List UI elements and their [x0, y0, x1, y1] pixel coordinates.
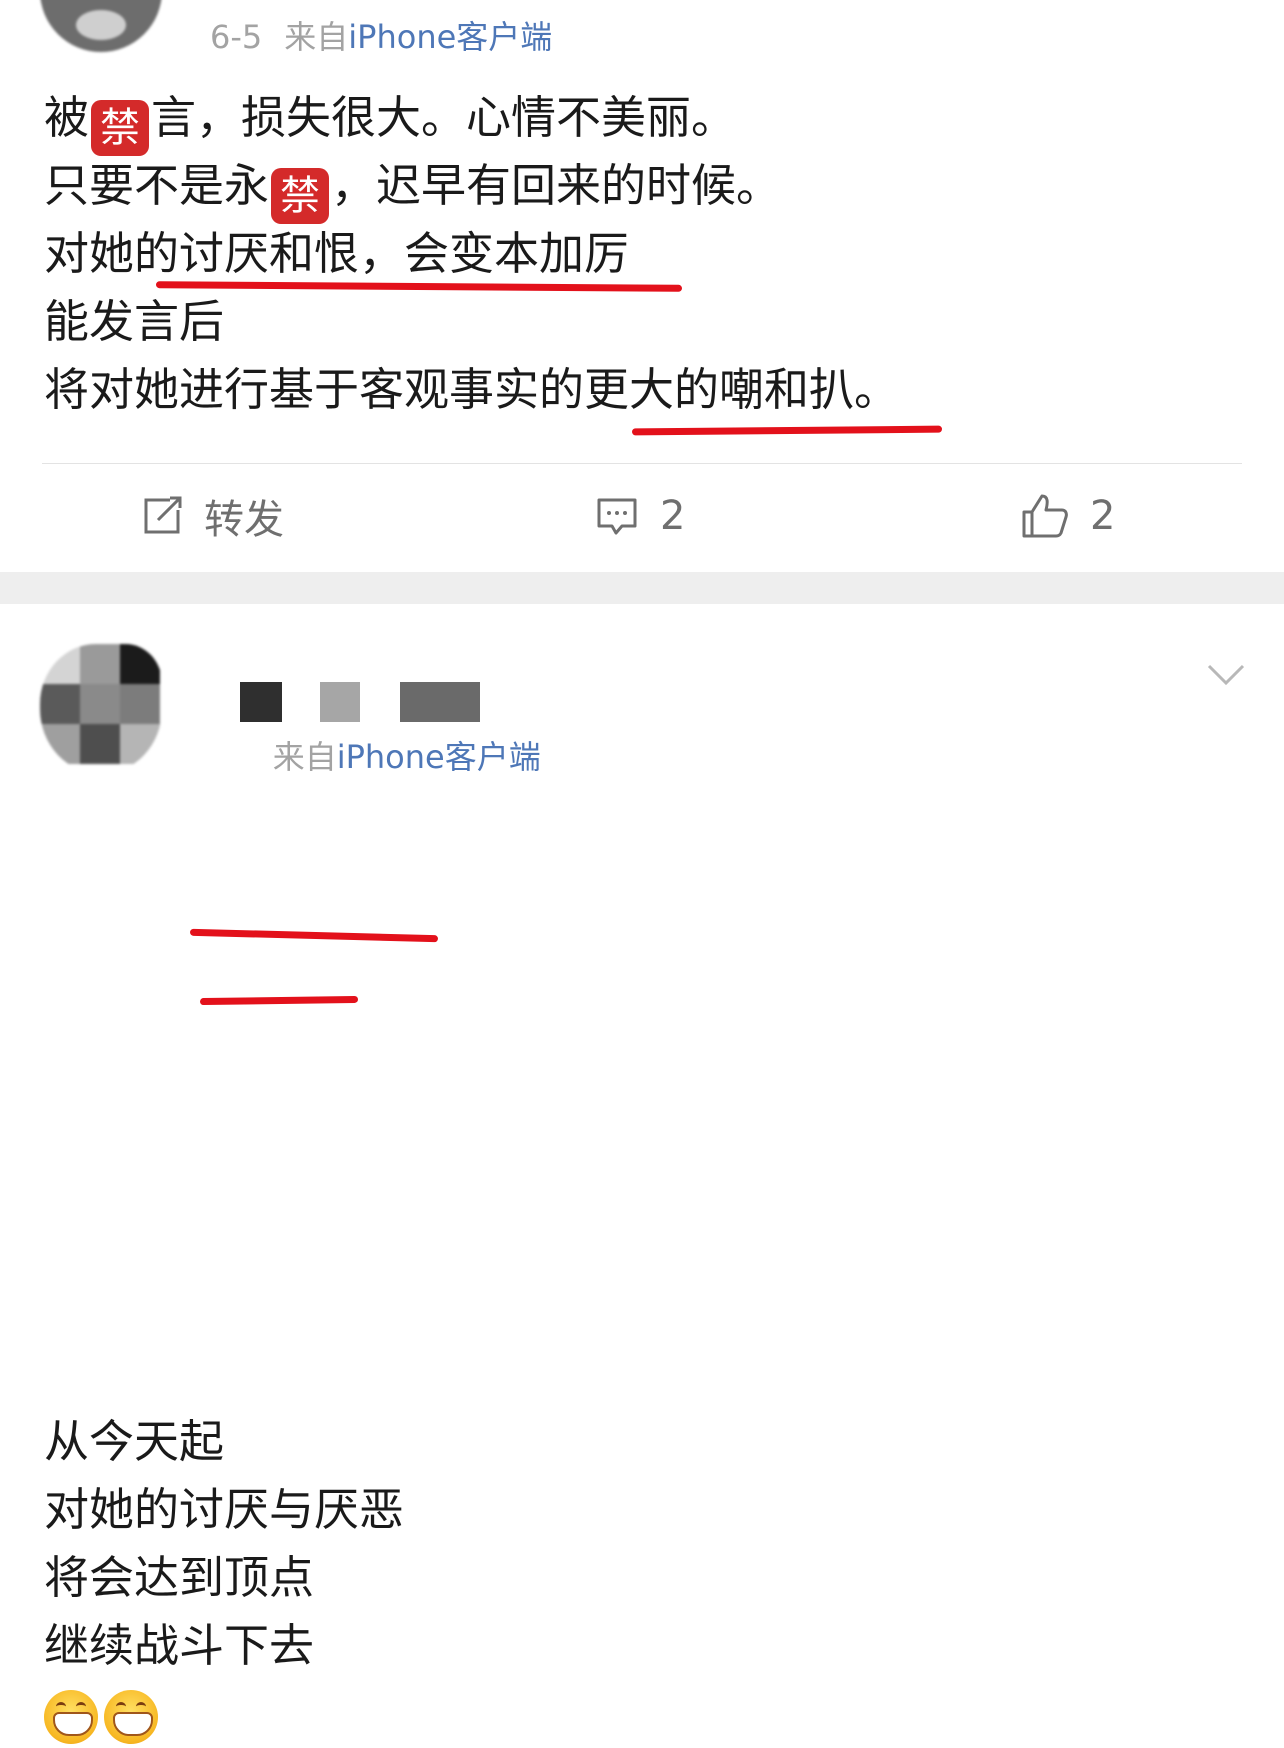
source-app-link[interactable]: iPhone客户端 — [348, 18, 552, 56]
post-meta: 6-5 来自iPhone客户端 — [210, 12, 552, 58]
red-underline-mark — [189, 928, 439, 943]
avatar[interactable] — [40, 644, 162, 774]
text-segment: 被 — [44, 91, 90, 144]
post-line: 对她的讨厌和恨，会变本加厉 — [44, 227, 630, 280]
source-prefix: 来自 — [272, 738, 337, 776]
post-body: 从今天起 对她的讨厌与厌恶 将会达到顶点 继续战斗下去 — [44, 1408, 404, 1748]
source-app-link[interactable]: iPhone客户端 — [337, 738, 541, 776]
divider — [42, 463, 1242, 464]
post-body: 被禁言，损失很大。心情不美丽。 只要不是永禁，迟早有回来的时候。 对她的讨厌和恨… — [44, 84, 899, 424]
emoji-line — [44, 1680, 404, 1748]
text-segment: 言，损失很大。心情不美丽。 — [151, 91, 737, 144]
post-line: 只要不是永禁，迟早有回来的时候。 — [44, 152, 899, 224]
chevron-down-icon[interactable] — [1206, 662, 1246, 688]
post-date-blurred — [210, 738, 251, 776]
post-line: 继续战斗下去 — [44, 1619, 315, 1672]
comment-icon — [597, 498, 637, 535]
post-separator — [0, 572, 1284, 604]
repost-label: 转发 — [204, 497, 284, 543]
post-line: 能发言后 — [44, 295, 225, 348]
text-segment: 只要不是永 — [44, 159, 270, 212]
like-button[interactable]: 2 — [1020, 490, 1115, 542]
post-line: 对她的讨厌与厌恶 — [44, 1483, 405, 1536]
source-prefix: 来自 — [284, 18, 349, 56]
like-count: 2 — [1090, 493, 1116, 539]
grin-emoji-icon — [44, 1690, 98, 1744]
prohibited-emoji-icon: 禁 — [91, 100, 150, 156]
avatar[interactable] — [40, 0, 162, 52]
text-segment: ，迟早有回来的时候。 — [331, 159, 782, 212]
red-underline-mark — [631, 425, 943, 436]
repost-icon — [144, 496, 182, 534]
post-date: 6-5 — [210, 18, 263, 56]
comment-count: 2 — [660, 493, 686, 539]
repost-button[interactable]: 转发 — [140, 490, 284, 543]
weibo-post-1: 6-5 来自iPhone客户端 被禁言，损失很大。心情不美丽。 只要不是永禁，迟早… — [0, 0, 1284, 572]
post-line: 被禁言，损失很大。心情不美丽。 — [44, 84, 899, 156]
comment-button[interactable]: 2 — [594, 490, 685, 542]
red-underline-mark — [199, 995, 359, 1006]
post-line: 将对她进行基于客观事实的更大的嘲和扒。 — [44, 363, 900, 416]
prohibited-emoji-icon: 禁 — [271, 168, 330, 224]
post-meta: 来自iPhone客户端 — [210, 732, 541, 778]
post-line: 从今天起 — [44, 1415, 225, 1468]
post-line: 将会达到顶点 — [44, 1551, 315, 1604]
grin-emoji-icon — [104, 1690, 158, 1744]
username-censored[interactable] — [238, 682, 488, 724]
like-icon — [1022, 494, 1068, 538]
weibo-post-2: 来自iPhone客户端 从今天起 对她的讨厌与厌恶 将会达到顶点 继续战斗下去 — [0, 604, 1284, 1744]
